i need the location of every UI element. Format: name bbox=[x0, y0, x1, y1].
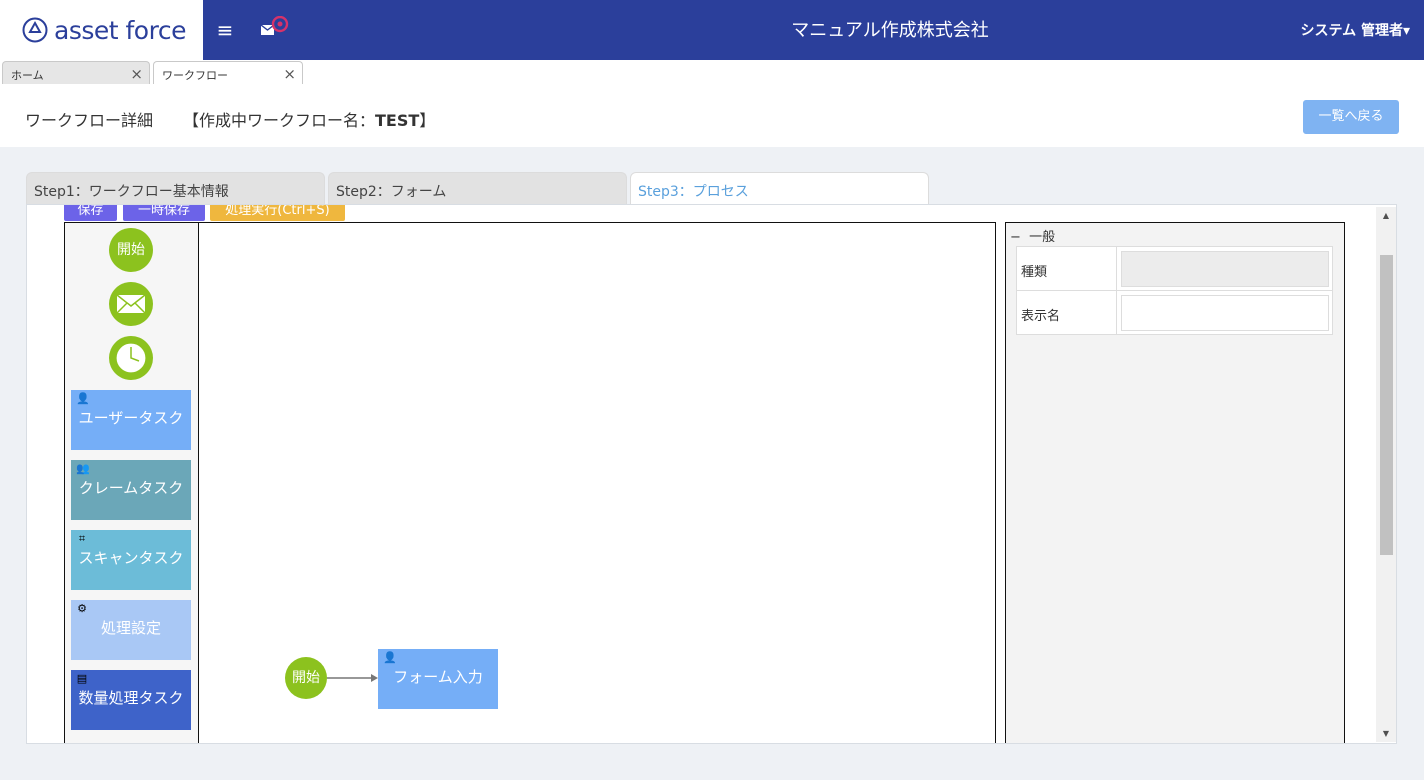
scrollbar-thumb[interactable] bbox=[1380, 255, 1393, 555]
close-icon[interactable]: × bbox=[130, 65, 143, 83]
property-label: 種類 bbox=[1017, 247, 1117, 290]
user-icon: 👤 bbox=[383, 651, 397, 664]
vertical-scrollbar[interactable]: ▲ ▼ bbox=[1376, 207, 1396, 742]
back-to-list-button[interactable]: 一覧へ戻る bbox=[1303, 100, 1399, 134]
task-label: フォーム入力 bbox=[393, 668, 483, 686]
user-icon: 👤 bbox=[76, 392, 90, 405]
settings-icon: ⚙ bbox=[77, 602, 87, 615]
task-label: 数量処理タスク bbox=[78, 689, 184, 707]
palette-process-setting[interactable]: ⚙ 処理設定 bbox=[71, 600, 191, 660]
palette-user-task[interactable]: 👤 ユーザータスク bbox=[71, 390, 191, 450]
palette-claim-task[interactable]: 👥 クレームタスク bbox=[71, 460, 191, 520]
save-button[interactable]: 保存 bbox=[64, 205, 117, 221]
tab-label: ホーム bbox=[11, 69, 44, 82]
page-title: ワークフロー詳細 bbox=[25, 111, 154, 130]
palette-scan-task[interactable]: ⌗ スキャンタスク bbox=[71, 530, 191, 590]
section-title: 一般 bbox=[1029, 230, 1056, 245]
user-menu[interactable]: システム 管理者▾ bbox=[1301, 20, 1411, 40]
recycle-logo-icon bbox=[22, 17, 48, 43]
task-label: クレームタスク bbox=[78, 479, 184, 497]
logo[interactable]: asset force bbox=[0, 0, 203, 60]
diagram-canvas[interactable]: 開始 👤 フォーム入力 bbox=[198, 222, 996, 743]
scroll-down-icon[interactable]: ▼ bbox=[1376, 729, 1396, 738]
palette-start-event[interactable]: 開始 bbox=[109, 228, 153, 272]
close-icon[interactable]: × bbox=[283, 65, 296, 83]
property-row-type: 種類 bbox=[1016, 246, 1333, 291]
sequence-flow-arrow bbox=[327, 674, 378, 682]
tab-step3[interactable]: Step3：プロセス bbox=[630, 172, 929, 205]
display-name-input[interactable] bbox=[1121, 295, 1329, 331]
tab-home[interactable]: ホーム × bbox=[2, 61, 150, 84]
task-label: ユーザータスク bbox=[78, 409, 184, 427]
caret-down-icon: ▾ bbox=[1402, 23, 1410, 39]
tab-step2[interactable]: Step2：フォーム bbox=[328, 172, 627, 205]
top-bar: asset force ≡ マニュアル作成株式会社 システム 管理者▾ bbox=[0, 0, 1424, 60]
scan-icon: ⌗ bbox=[78, 532, 86, 545]
envelope-icon bbox=[116, 294, 146, 314]
company-name: マニュアル作成株式会社 bbox=[791, 20, 989, 41]
palette-quantity-task[interactable]: ▤ 数量処理タスク bbox=[71, 670, 191, 730]
task-label: 処理設定 bbox=[100, 619, 161, 637]
database-icon: ▤ bbox=[76, 672, 88, 685]
collapse-icon: − bbox=[1010, 230, 1021, 245]
user-name: システム 管理者 bbox=[1300, 23, 1403, 39]
logo-text: asset force bbox=[54, 15, 186, 45]
section-header[interactable]: − 一般 bbox=[1010, 226, 1055, 245]
canvas-form-input-task[interactable]: 👤 フォーム入力 bbox=[378, 649, 498, 709]
temp-save-button[interactable]: 一時保存 bbox=[123, 205, 205, 221]
property-row-display-name: 表示名 bbox=[1016, 290, 1333, 335]
page-header: ワークフロー詳細 【作成中ワークフロー名：TEST】 一覧へ戻る bbox=[0, 85, 1424, 147]
tab-label: ワークフロー bbox=[162, 69, 228, 82]
type-field bbox=[1121, 251, 1329, 287]
clock-icon bbox=[115, 342, 147, 374]
properties-panel: − 一般 種類 表示名 bbox=[1005, 222, 1345, 743]
property-label: 表示名 bbox=[1017, 291, 1117, 334]
mail-icon[interactable] bbox=[258, 15, 294, 42]
canvas-start-event[interactable]: 開始 bbox=[285, 657, 327, 699]
page-tabs: ホーム × ワークフロー × bbox=[0, 60, 1424, 85]
scroll-up-icon[interactable]: ▲ bbox=[1376, 211, 1396, 220]
tab-step1[interactable]: Step1：ワークフロー基本情報 bbox=[26, 172, 325, 205]
palette-mail-event[interactable] bbox=[109, 282, 153, 326]
workflow-name: 【作成中ワークフロー名：TEST】 bbox=[183, 111, 436, 130]
users-icon: 👥 bbox=[76, 462, 90, 475]
process-editor: 保存 一時保存 処理実行(Ctrl+S) 開始 👤 ユーザータスク 👥 クレームタス… bbox=[26, 204, 1397, 744]
task-label: スキャンタスク bbox=[78, 549, 184, 567]
palette-timer-event[interactable] bbox=[109, 336, 153, 380]
execute-button[interactable]: 処理実行(Ctrl+S) bbox=[210, 205, 345, 221]
element-palette: 開始 👤 ユーザータスク 👥 クレームタスク ⌗ スキャンタスク ⚙ 処理設定 ▤ 数量 bbox=[64, 222, 199, 743]
menu-icon[interactable]: ≡ bbox=[215, 18, 235, 42]
tab-workflow[interactable]: ワークフロー × bbox=[153, 61, 303, 84]
